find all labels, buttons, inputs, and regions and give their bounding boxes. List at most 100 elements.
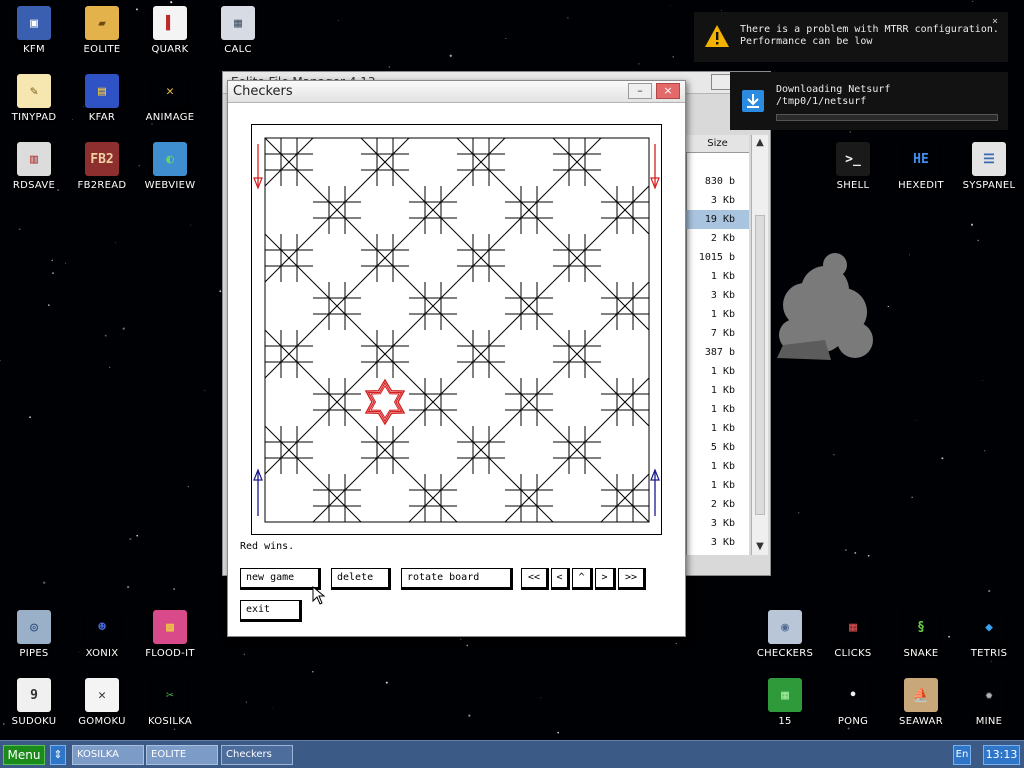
mouse-cursor-icon xyxy=(312,586,326,605)
window-title: Checkers xyxy=(233,84,293,99)
file-size-cell[interactable]: 1 Kb xyxy=(686,400,749,419)
file-size-cell[interactable]: 19 Kb xyxy=(686,210,749,229)
icon-animage[interactable]: ✕ ANIMAGE xyxy=(136,74,204,123)
language-indicator[interactable]: En xyxy=(953,745,971,765)
new-game-button[interactable]: new game xyxy=(240,568,321,590)
file-size-cell[interactable]: 2 Kb xyxy=(686,495,749,514)
icon-kfar-icon: ▤ xyxy=(85,74,119,108)
prev-move-button[interactable]: < xyxy=(551,568,570,590)
delete-button[interactable]: delete xyxy=(331,568,391,590)
icon-kosilka[interactable]: ✂ KOSILKA xyxy=(136,678,204,727)
minimize-button[interactable]: – xyxy=(628,83,652,99)
download-title: Downloading Netsurf xyxy=(776,84,891,95)
icon-kosilka-icon: ✂ xyxy=(153,678,187,712)
checkers-titlebar[interactable]: Checkers – × xyxy=(228,81,685,103)
next-move-button[interactable]: > xyxy=(595,568,616,590)
icon-mine-label: MINE xyxy=(975,716,1003,727)
icon-tetris-label: TETRIS xyxy=(970,648,1008,659)
close-button[interactable]: × xyxy=(656,83,680,99)
file-size-cell[interactable]: 387 b xyxy=(686,343,749,362)
icon-shell-label: SHELL xyxy=(836,180,870,191)
icon-kosilka-label: KOSILKA xyxy=(147,716,193,727)
file-size-cell[interactable]: 1 Kb xyxy=(686,419,749,438)
notification-line-1: There is a problem with MTRR configurati… xyxy=(740,24,999,35)
scroll-up-icon[interactable]: ▲ xyxy=(752,135,768,151)
file-size-cell[interactable]: 1 Kb xyxy=(686,305,749,324)
icon-snake[interactable]: § SNAKE xyxy=(887,610,955,659)
icon-quark[interactable]: ▌ QUARK xyxy=(136,6,204,55)
file-size-cell[interactable]: 1 Kb xyxy=(686,267,749,286)
file-size-cell[interactable]: 5 Kb xyxy=(686,438,749,457)
last-move-button[interactable]: >> xyxy=(618,568,646,590)
file-size-cell[interactable]: 830 b xyxy=(686,172,749,191)
task-eolite[interactable]: EOLITE xyxy=(146,745,218,765)
checkers-board[interactable] xyxy=(251,124,663,536)
file-size-cell[interactable]: 1 Kb xyxy=(686,362,749,381)
icon-sudoku-icon: 9 xyxy=(17,678,51,712)
checkers-window: Checkers – × Red wins. new game delete r… xyxy=(227,80,686,637)
file-size-cell[interactable]: 3 Kb xyxy=(686,191,749,210)
icon-eolite-label: EOLITE xyxy=(83,44,121,55)
mtrr-warning-notification[interactable]: × There is a problem with MTRR configura… xyxy=(694,12,1008,62)
icon-shell[interactable]: >_ SHELL xyxy=(819,142,887,191)
file-size-cell[interactable]: 1 Kb xyxy=(686,381,749,400)
icon-mine[interactable]: ✹ MINE xyxy=(955,678,1023,727)
icon-pipes-icon: ◎ xyxy=(17,610,51,644)
icon-tinypad[interactable]: ✎ TINYPAD xyxy=(0,74,68,123)
scrollbar-thumb[interactable] xyxy=(755,215,765,515)
file-size-cell[interactable]: 3 Kb xyxy=(686,286,749,305)
icon-snake-icon: § xyxy=(904,610,938,644)
icon-fb2read[interactable]: FB2 FB2READ xyxy=(68,142,136,191)
icon-sudoku[interactable]: 9 SUDOKU xyxy=(0,678,68,727)
download-notification[interactable]: Downloading Netsurf /tmp0/1/netsurf xyxy=(730,72,1008,130)
icon-hexedit[interactable]: HE HEXEDIT xyxy=(887,142,955,191)
icon-quark-icon: ▌ xyxy=(153,6,187,40)
icon-checkers-label: CHECKERS xyxy=(756,648,814,659)
icon-flood-it[interactable]: ▩ FLOOD-IT xyxy=(136,610,204,659)
icon-xonix[interactable]: ☻ XONIX xyxy=(68,610,136,659)
exit-button[interactable]: exit xyxy=(240,600,302,622)
icon-webview-label: WEBVIEW xyxy=(144,180,196,191)
file-size-cell[interactable]: 2 Kb xyxy=(686,229,749,248)
file-size-cell[interactable]: 1 Kb xyxy=(686,457,749,476)
icon-gomoku-icon: ✕ xyxy=(85,678,119,712)
icon-kfm[interactable]: ▣ KFM xyxy=(0,6,68,55)
icon-15[interactable]: ▦ 15 xyxy=(751,678,819,727)
first-move-button[interactable]: << xyxy=(521,568,549,590)
size-list: 830 b3 Kb 19 Kb 2 Kb 1015 b1 Kb 3 Kb 1 Kb 7 Kb… xyxy=(686,172,749,552)
icon-pong[interactable]: • PONG xyxy=(819,678,887,727)
icon-15-label: 15 xyxy=(778,716,792,727)
icon-clicks[interactable]: ▦ CLICKS xyxy=(819,610,887,659)
rotate-board-button[interactable]: rotate board xyxy=(401,568,513,590)
file-size-cell[interactable]: 1 Kb xyxy=(686,476,749,495)
window-switch-icon[interactable]: ⇕ xyxy=(50,745,66,765)
icon-seawar[interactable]: ⛵ SEAWAR xyxy=(887,678,955,727)
up-move-button[interactable]: ^ xyxy=(572,568,593,590)
file-size-cell[interactable]: 1015 b xyxy=(686,248,749,267)
icon-eolite[interactable]: ▰ EOLITE xyxy=(68,6,136,55)
start-menu-button[interactable]: Menu xyxy=(3,745,45,765)
scroll-down-icon[interactable]: ▼ xyxy=(752,539,768,555)
icon-fb2read-icon: FB2 xyxy=(85,142,119,176)
icon-tetris[interactable]: ◆ TETRIS xyxy=(955,610,1023,659)
icon-syspanel[interactable]: ☰ SYSPANEL xyxy=(955,142,1023,191)
icon-snake-label: SNAKE xyxy=(903,648,939,659)
clock[interactable]: 13:13 xyxy=(983,745,1020,765)
icon-rdsave[interactable]: ▥ RDSAVE xyxy=(0,142,68,191)
icon-webview[interactable]: ◐ WEBVIEW xyxy=(136,142,204,191)
icon-rdsave-label: RDSAVE xyxy=(12,180,56,191)
file-size-cell[interactable]: 3 Kb xyxy=(686,514,749,533)
task-kosilka[interactable]: KOSILKA xyxy=(72,745,144,765)
file-list-scrollbar[interactable]: ▲ ▼ xyxy=(751,135,768,555)
notification-line-2: Performance can be low xyxy=(740,36,873,47)
icon-gomoku[interactable]: ✕ GOMOKU xyxy=(68,678,136,727)
size-column-header[interactable]: Size xyxy=(686,135,749,153)
icon-kfar[interactable]: ▤ KFAR xyxy=(68,74,136,123)
file-size-cell[interactable]: 3 Kb xyxy=(686,533,749,552)
icon-pipes[interactable]: ◎ PIPES xyxy=(0,610,68,659)
file-size-cell[interactable]: 7 Kb xyxy=(686,324,749,343)
task-checkers[interactable]: Checkers xyxy=(221,745,293,765)
icon-calc-icon: ▦ xyxy=(221,6,255,40)
icon-calc[interactable]: ▦ CALC xyxy=(204,6,272,55)
icon-checkers[interactable]: ◉ CHECKERS xyxy=(751,610,819,659)
